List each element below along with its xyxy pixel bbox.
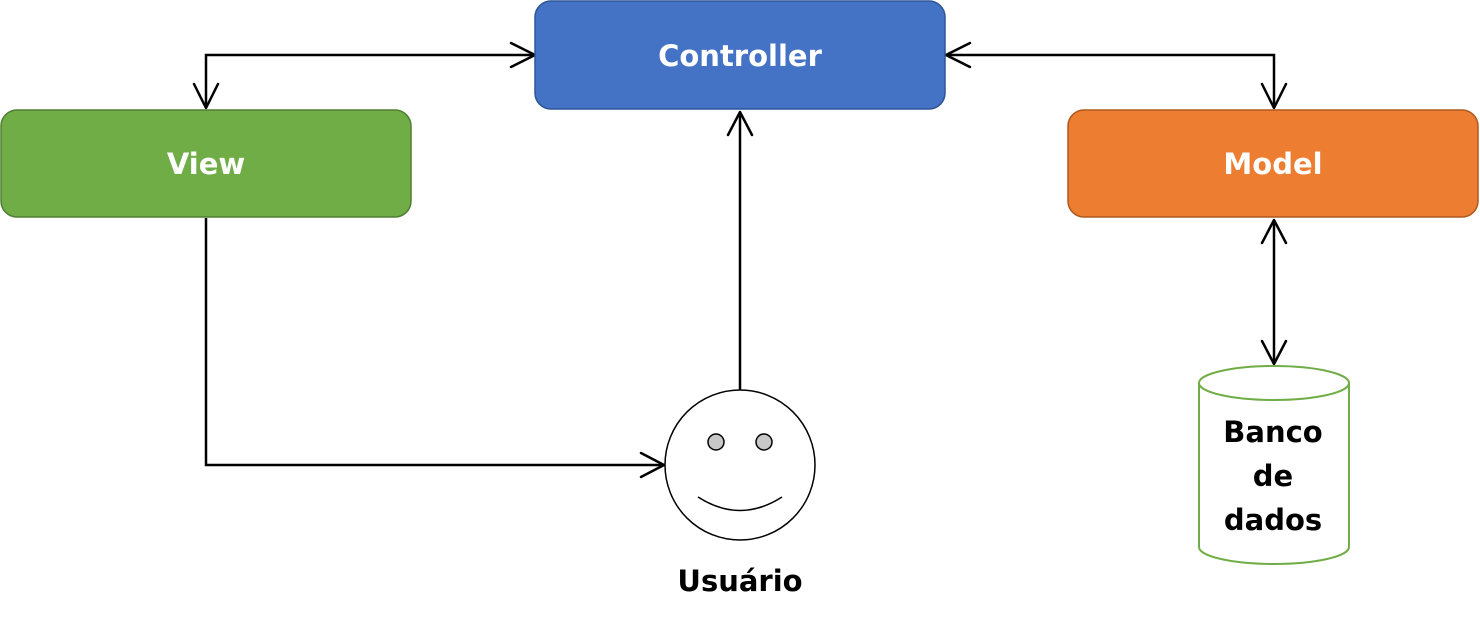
- model-label: Model: [1223, 147, 1322, 181]
- controller-node: Controller: [534, 0, 946, 110]
- view-label: View: [167, 147, 245, 181]
- controller-label: Controller: [658, 39, 822, 73]
- view-controller-connector: [204, 53, 535, 108]
- user-label: Usuário: [677, 564, 802, 598]
- database-label-line-1: Banco: [1223, 415, 1322, 449]
- user-node: Usuário: [664, 389, 816, 598]
- smiley-right-eye-icon: [755, 433, 773, 451]
- smiley-left-eye-icon: [707, 433, 725, 451]
- controller-model-connector: [946, 53, 1276, 108]
- model-node: Model: [1067, 109, 1479, 218]
- mvc-diagram: Controller View Model Usuário Banco de d…: [0, 0, 1479, 598]
- database-label-line-3: dados: [1224, 503, 1322, 537]
- database-label-line-2: de: [1253, 459, 1293, 493]
- smiley-face-icon: [664, 389, 816, 541]
- view-node: View: [0, 109, 412, 218]
- database-node: Banco de dados: [1198, 365, 1350, 565]
- view-user-connector: [204, 218, 664, 467]
- database-cylinder-top-icon: [1198, 365, 1350, 401]
